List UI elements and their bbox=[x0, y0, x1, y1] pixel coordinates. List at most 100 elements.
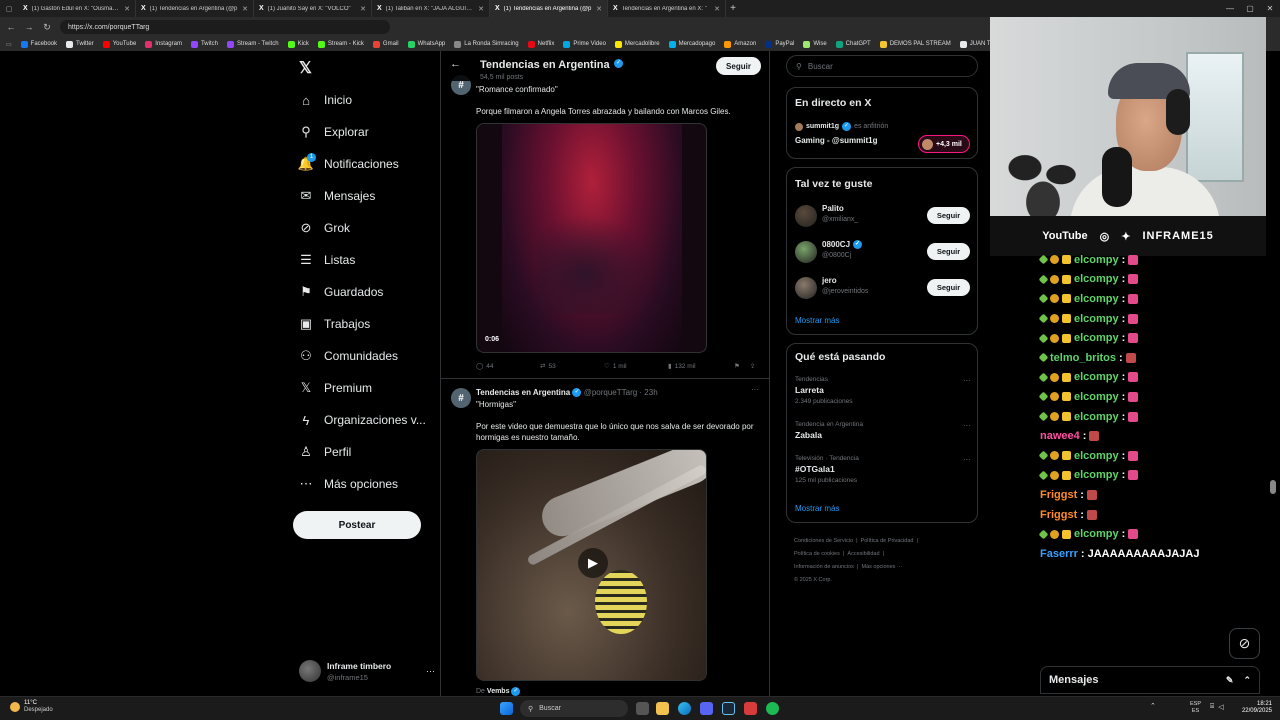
nav-item-notificaciones[interactable]: 🔔 1 Notificaciones bbox=[298, 148, 439, 180]
suggested-account[interactable]: Palito @xmilianx_ Seguir bbox=[795, 202, 971, 228]
suggested-account[interactable]: jero @jeroveintidos Seguir bbox=[795, 274, 971, 300]
post-button[interactable]: Postear bbox=[293, 511, 421, 539]
source-account[interactable]: Vembs bbox=[487, 688, 510, 695]
browser-tab[interactable]: X (1) Taliban en X: "JAJA ALGUIEN" ✕ bbox=[372, 0, 490, 17]
like-button[interactable]: ♡ 1 mil bbox=[604, 362, 668, 371]
tweet-more-icon[interactable]: ··· bbox=[751, 385, 759, 394]
search-input[interactable]: ⚲ Buscar bbox=[786, 55, 978, 77]
window-maximize-button[interactable]: ▢ bbox=[1240, 4, 1260, 13]
footer-link[interactable]: Condiciones de Servicio bbox=[794, 538, 853, 544]
windows-start-icon[interactable] bbox=[500, 702, 513, 715]
footer-link[interactable]: Política de Privacidad bbox=[861, 538, 914, 544]
tweet[interactable]: # "Romance confirmado" Porque filmaron a… bbox=[441, 75, 769, 379]
nav-item-organizaciones-v[interactable]: ϟ Organizaciones v... bbox=[299, 404, 439, 436]
nav-item-grok[interactable]: ⊘ Grok bbox=[299, 212, 439, 244]
bookmark-item[interactable]: Instagram bbox=[145, 40, 182, 48]
edge-browser-icon[interactable] bbox=[678, 702, 691, 715]
nav-item-perfil[interactable]: ♙ Perfil bbox=[299, 436, 439, 468]
bookmark-item[interactable]: YouTube bbox=[102, 40, 136, 48]
speaker-icon[interactable]: ◁ bbox=[1218, 703, 1223, 711]
bookmark-item[interactable]: Twitter bbox=[66, 40, 94, 48]
bookmark-item[interactable]: Gmail bbox=[372, 40, 399, 48]
follow-button[interactable]: Seguir bbox=[927, 243, 970, 260]
bookmark-item[interactable]: La Ronda Simracing bbox=[454, 40, 519, 48]
file-explorer-icon[interactable] bbox=[656, 702, 669, 715]
window-minimize-button[interactable]: — bbox=[1220, 4, 1240, 13]
footer-link[interactable]: Más opciones ··· bbox=[861, 564, 902, 570]
tab-close-icon[interactable]: ✕ bbox=[714, 5, 720, 13]
bookmark-item[interactable]: Twitch bbox=[190, 40, 218, 48]
more-dots-icon[interactable]: ··· bbox=[963, 455, 971, 464]
bookmark-item[interactable]: Prime Video bbox=[563, 40, 606, 48]
nav-item-inicio[interactable]: ⌂ Inicio bbox=[299, 84, 439, 116]
expand-chevron-icon[interactable]: ⌃ bbox=[1243, 675, 1251, 686]
bookmark-item[interactable]: Facebook bbox=[20, 40, 57, 48]
tab-close-icon[interactable]: ✕ bbox=[242, 5, 248, 13]
steam-icon[interactable] bbox=[722, 702, 735, 715]
discord-icon[interactable] bbox=[700, 702, 713, 715]
browser-tab[interactable]: X (1) Tendencias en Argentina (@p ✕ bbox=[136, 0, 254, 17]
nav-item-listas[interactable]: ☰ Listas bbox=[299, 244, 439, 276]
bookmark-icon[interactable]: ⚑ bbox=[734, 362, 740, 370]
forward-arrow-icon[interactable]: → bbox=[24, 22, 34, 32]
account-switcher[interactable]: Inframe timbero @inframe15 ··· bbox=[299, 658, 435, 684]
back-arrow-icon[interactable]: ← bbox=[6, 22, 16, 32]
address-bar[interactable]: https://x.com/porqueTTarg bbox=[60, 20, 390, 34]
live-space-name[interactable]: Gaming - @summit1g bbox=[795, 136, 877, 145]
task-view-icon[interactable] bbox=[636, 702, 649, 715]
nav-item-mensajes[interactable]: ✉ Mensajes bbox=[299, 180, 439, 212]
bookmark-item[interactable]: Mercadolibre bbox=[614, 40, 660, 48]
footer-link[interactable]: Política de cookies bbox=[794, 551, 840, 557]
browser-tab[interactable]: X (1) Juanito Say en X: "VOLCÓ" ✕ bbox=[254, 0, 372, 17]
nav-item-guardados[interactable]: ⚑ Guardados bbox=[299, 276, 439, 308]
bookmark-item[interactable]: ChatGPT bbox=[835, 40, 871, 48]
more-dots-icon[interactable]: ··· bbox=[963, 421, 971, 430]
show-more-link[interactable]: Mostrar más bbox=[795, 504, 839, 513]
bookmark-item[interactable]: Amazon bbox=[724, 40, 756, 48]
trend-item[interactable]: Tendencias Larreta 2.349 publicaciones ··· bbox=[795, 376, 971, 405]
back-arrow-icon[interactable]: ← bbox=[450, 58, 461, 70]
browser-tab[interactable]: X (1) Tendencias en Argentina (@p ✕ bbox=[490, 0, 608, 17]
tab-close-icon[interactable]: ✕ bbox=[124, 5, 130, 13]
nav-item-trabajos[interactable]: ▣ Trabajos bbox=[299, 308, 439, 340]
live-listeners-badge[interactable]: +4,3 mil bbox=[918, 135, 970, 153]
tweet-author[interactable]: Tendencias en Argentina bbox=[476, 388, 570, 397]
show-more-link[interactable]: Mostrar más bbox=[795, 316, 839, 325]
spotify-icon[interactable] bbox=[766, 702, 779, 715]
new-message-icon[interactable]: ✎ bbox=[1226, 675, 1234, 686]
more-dots-icon[interactable]: ··· bbox=[426, 666, 435, 676]
browser-tab[interactable]: X (1) Gastón Edul en X: "Ousmane" ✕ bbox=[18, 0, 136, 17]
new-tab-button[interactable]: + bbox=[726, 3, 740, 14]
grok-icon[interactable]: ⊘ bbox=[1229, 628, 1260, 659]
nav-item-premium[interactable]: 𝕏 Premium bbox=[299, 372, 439, 404]
follow-button[interactable]: Seguir bbox=[927, 207, 970, 224]
bookmark-item[interactable]: Stream - Kick bbox=[317, 40, 364, 48]
bookmarks-menu-icon[interactable]: ▭ bbox=[6, 41, 12, 48]
reload-icon[interactable]: ↻ bbox=[42, 22, 52, 33]
browser-tab[interactable]: X Tendencias en Argentina en X: " ✕ bbox=[608, 0, 726, 17]
share-icon[interactable]: ⇪ bbox=[750, 362, 755, 370]
retweet-button[interactable]: ⇄ 53 bbox=[540, 362, 604, 371]
tab-close-icon[interactable]: ✕ bbox=[478, 5, 484, 13]
language-indicator[interactable]: ESP ES bbox=[1190, 701, 1201, 715]
tab-actions-icon[interactable]: ▢ bbox=[0, 0, 18, 17]
tweet[interactable]: # Tendencias en Argentina ✓ @porqueTTarg… bbox=[441, 380, 769, 696]
messages-drawer[interactable]: Mensajes ✎ ⌃ bbox=[1040, 666, 1260, 694]
tweet-video[interactable]: ▶ bbox=[476, 449, 707, 681]
follow-button[interactable]: Seguir bbox=[716, 57, 761, 75]
network-icon[interactable]: ⌸ bbox=[1210, 703, 1214, 711]
nav-item-explorar[interactable]: ⚲ Explorar bbox=[299, 116, 439, 148]
bookmark-item[interactable]: Netflix bbox=[527, 40, 554, 48]
app-red-icon[interactable] bbox=[744, 702, 757, 715]
bookmark-item[interactable]: WhatsApp bbox=[407, 40, 445, 48]
bookmark-item[interactable]: PayPal bbox=[765, 40, 794, 48]
taskbar-search[interactable]: ⚲ Buscar bbox=[520, 700, 628, 717]
bookmark-item[interactable]: DEMOS PAL STREAM bbox=[879, 40, 951, 48]
weather-widget[interactable]: 11°C Despejado bbox=[10, 700, 53, 714]
footer-link[interactable]: Información de anuncios bbox=[794, 564, 854, 570]
x-logo-icon[interactable]: 𝕏 bbox=[299, 58, 312, 78]
tab-close-icon[interactable]: ✕ bbox=[596, 5, 602, 13]
clock[interactable]: 18:21 22/09/2025 bbox=[1238, 701, 1272, 715]
nav-item-comunidades[interactable]: ⚇ Comunidades bbox=[299, 340, 439, 372]
bookmark-item[interactable]: Stream - Twitch bbox=[226, 40, 279, 48]
